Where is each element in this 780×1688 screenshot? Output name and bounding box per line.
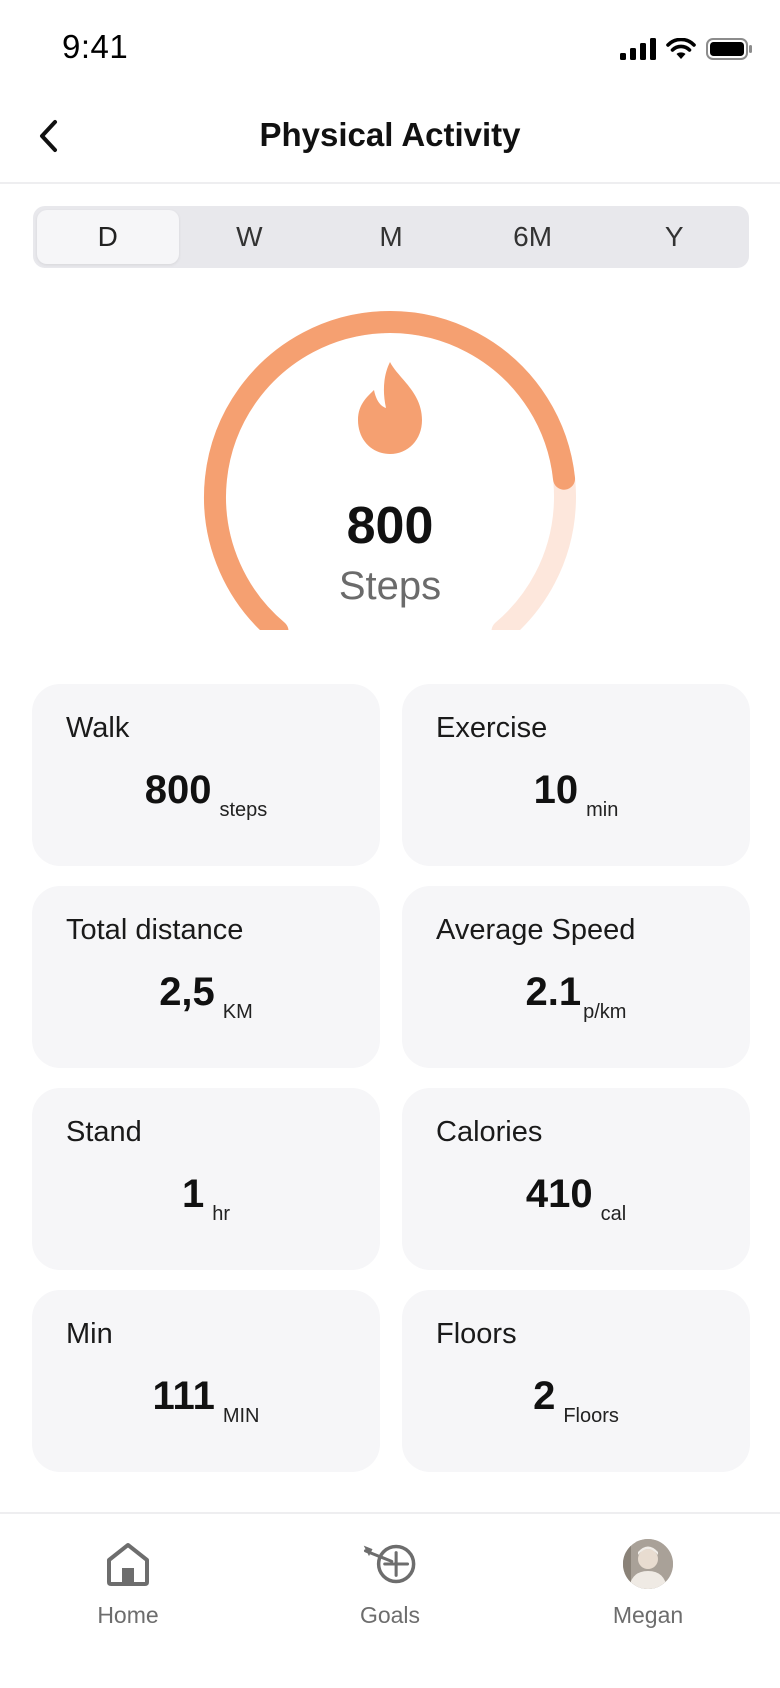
card-title: Min xyxy=(66,1318,113,1350)
card-value: 111 xyxy=(152,1374,215,1418)
segment-month[interactable]: M xyxy=(320,210,462,264)
status-time: 9:41 xyxy=(62,28,129,65)
segment-6-months[interactable]: 6M xyxy=(462,210,604,264)
card-value-row: 2.1 p/km xyxy=(402,970,750,1022)
card-value: 800 xyxy=(144,768,212,812)
card-unit: steps xyxy=(219,799,268,821)
stat-card-exercise[interactable]: Exercise 10 min xyxy=(402,684,750,866)
flame-icon xyxy=(354,360,426,456)
card-value: 2,5 xyxy=(159,970,215,1014)
card-value-row: 2,5 KM xyxy=(32,970,380,1022)
segment-year[interactable]: Y xyxy=(603,210,745,264)
physical-activity-screen: 9:41 Physical Activity D W M 6M Y 800 St… xyxy=(0,0,780,1688)
steps-count: 800 xyxy=(346,497,434,555)
stat-card-stand[interactable]: Stand 1 hr xyxy=(32,1088,380,1270)
card-unit: p/km xyxy=(583,1001,627,1023)
tab-profile[interactable]: Megan xyxy=(568,1536,728,1629)
card-title: Calories xyxy=(436,1116,543,1148)
bottom-tab-bar: Home Goals Megan xyxy=(0,1512,780,1688)
card-title: Exercise xyxy=(436,712,548,744)
tab-label: Home xyxy=(97,1602,159,1628)
card-value-row: 10 min xyxy=(402,768,750,820)
card-value: 10 xyxy=(533,768,579,812)
card-title: Average Speed xyxy=(436,914,636,946)
card-title: Floors xyxy=(436,1318,517,1350)
target-icon xyxy=(362,1536,418,1592)
card-unit: KM xyxy=(222,1001,253,1023)
card-value: 1 xyxy=(181,1172,205,1216)
steps-label: Steps xyxy=(338,564,442,608)
card-value-row: 111 MIN xyxy=(32,1374,380,1426)
stats-grid: Walk 800 steps Exercise 10 min Total dis… xyxy=(32,684,750,1472)
card-title: Total distance xyxy=(66,914,244,946)
wifi-icon xyxy=(666,38,696,60)
period-segmented-control: D W M 6M Y xyxy=(33,206,749,268)
card-unit: MIN xyxy=(222,1405,260,1427)
card-unit: cal xyxy=(600,1203,627,1225)
status-bar: 9:41 xyxy=(0,0,780,96)
status-icons xyxy=(620,34,752,64)
tab-goals[interactable]: Goals xyxy=(310,1536,470,1629)
segment-day[interactable]: D xyxy=(37,210,179,264)
home-icon xyxy=(100,1536,156,1592)
segment-week[interactable]: W xyxy=(179,210,321,264)
card-value: 2.1 xyxy=(525,970,582,1014)
card-unit: Floors xyxy=(563,1405,619,1427)
steps-gauge: 800 Steps xyxy=(180,300,600,630)
card-unit: min xyxy=(586,799,619,821)
card-value-row: 410 cal xyxy=(402,1172,750,1224)
card-value-row: 800 steps xyxy=(32,768,380,820)
stat-card-floors[interactable]: Floors 2 Floors xyxy=(402,1290,750,1472)
tab-label: Megan xyxy=(612,1602,684,1628)
avatar-icon xyxy=(620,1536,676,1592)
card-value: 2 xyxy=(533,1374,556,1418)
tab-home[interactable]: Home xyxy=(48,1536,208,1629)
avatar xyxy=(623,1539,673,1589)
cellular-signal-icon xyxy=(620,38,656,60)
stat-card-average-speed[interactable]: Average Speed 2.1 p/km xyxy=(402,886,750,1068)
navigation-header: Physical Activity xyxy=(0,96,780,184)
card-value: 410 xyxy=(525,1172,593,1216)
page-title: Physical Activity xyxy=(259,116,521,153)
stat-card-min[interactable]: Min 111 MIN xyxy=(32,1290,380,1472)
card-value-row: 2 Floors xyxy=(402,1374,750,1426)
card-title: Stand xyxy=(66,1116,142,1148)
stat-card-calories[interactable]: Calories 410 cal xyxy=(402,1088,750,1270)
stat-card-walk[interactable]: Walk 800 steps xyxy=(32,684,380,866)
tab-label: Goals xyxy=(359,1602,421,1628)
card-value-row: 1 hr xyxy=(32,1172,380,1224)
battery-icon xyxy=(706,38,752,60)
card-unit: hr xyxy=(212,1203,231,1225)
card-title: Walk xyxy=(66,712,130,744)
stat-card-total-distance[interactable]: Total distance 2,5 KM xyxy=(32,886,380,1068)
